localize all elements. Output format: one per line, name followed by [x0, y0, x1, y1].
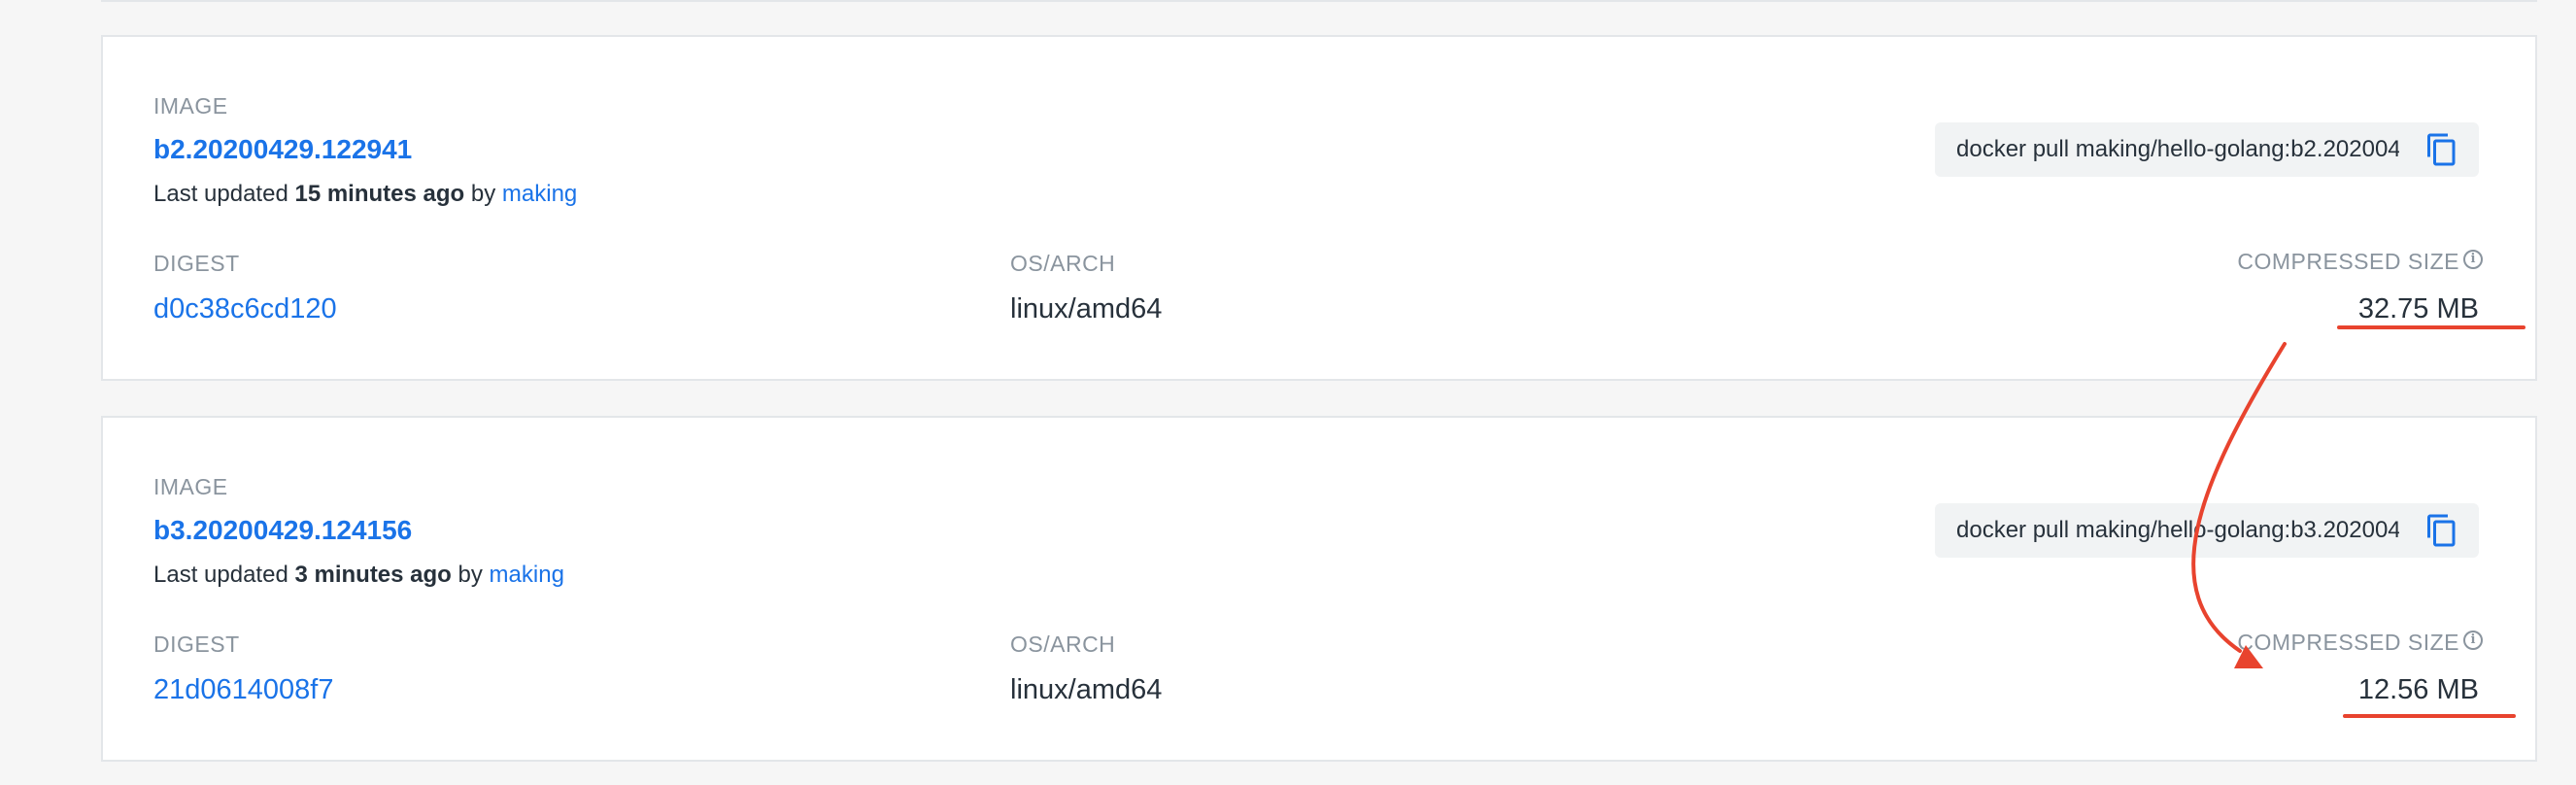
osarch-value: linux/amd64 [1010, 293, 1163, 324]
compressed-size-value: 12.56 MB [2357, 674, 2479, 705]
pull-command[interactable]: docker pull making/hello-golang:b3.20200… [1956, 517, 2399, 544]
previous-card-edge [101, 0, 2537, 2]
pull-command[interactable]: docker pull making/hello-golang:b2.20200… [1956, 136, 2399, 163]
digest-label: DIGEST [153, 631, 240, 657]
image-label: IMAGE [153, 93, 228, 119]
image-label: IMAGE [153, 474, 228, 499]
updated-by-word: by [458, 562, 483, 588]
digest-label: DIGEST [153, 251, 240, 276]
updated-by-word: by [470, 181, 496, 207]
osarch-value: linux/amd64 [1010, 674, 1163, 705]
osarch-label: OS/ARCH [1010, 251, 1116, 276]
updated-prefix: Last updated [153, 562, 288, 588]
compressed-size-header: COMPRESSED SIZE i [2237, 630, 2483, 656]
image-tag-link[interactable]: b3.20200429.124156 [153, 515, 412, 546]
updated-prefix: Last updated [153, 181, 288, 207]
last-updated: Last updated 15 minutes ago by making [153, 181, 577, 208]
pull-command-box: docker pull making/hello-golang:b2.20200… [1935, 122, 2479, 177]
digest-link[interactable]: d0c38c6cd120 [153, 293, 337, 325]
updated-by-link[interactable]: making [490, 562, 564, 588]
copy-icon[interactable] [2424, 132, 2459, 167]
image-card: IMAGE b2.20200429.122941 Last updated 15… [101, 35, 2537, 381]
compressed-size-label: COMPRESSED SIZE [2237, 630, 2459, 655]
last-updated: Last updated 3 minutes ago by making [153, 562, 564, 589]
image-tag-link[interactable]: b2.20200429.122941 [153, 134, 412, 165]
compressed-size-label: COMPRESSED SIZE [2237, 249, 2459, 274]
copy-icon[interactable] [2424, 513, 2459, 548]
digest-link[interactable]: 21d0614008f7 [153, 674, 333, 706]
compressed-size-header: COMPRESSED SIZE i [2237, 249, 2483, 275]
image-card: IMAGE b3.20200429.124156 Last updated 3 … [101, 416, 2537, 762]
info-icon[interactable]: i [2463, 249, 2483, 269]
pull-command-box: docker pull making/hello-golang:b3.20200… [1935, 503, 2479, 558]
osarch-label: OS/ARCH [1010, 631, 1116, 657]
info-icon[interactable]: i [2463, 630, 2483, 650]
updated-time: 3 minutes ago [294, 562, 452, 588]
compressed-size-value: 32.75 MB [2357, 293, 2479, 324]
updated-time: 15 minutes ago [294, 181, 465, 207]
updated-by-link[interactable]: making [502, 181, 577, 207]
